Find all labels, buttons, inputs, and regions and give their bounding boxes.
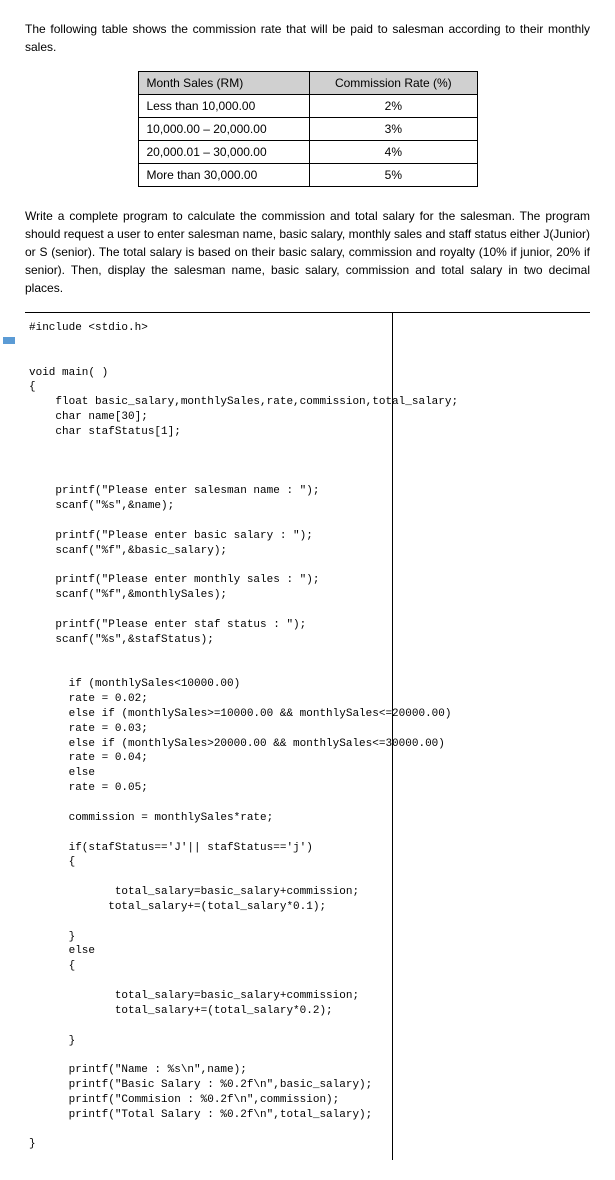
- code-container: #include <stdio.h> void main( ) { float …: [25, 312, 590, 1160]
- commission-table: Month Sales (RM) Commission Rate (%) Les…: [138, 71, 478, 187]
- table-row: More than 30,000.00 5%: [138, 164, 477, 187]
- table-row: 10,000.00 – 20,000.00 3%: [138, 118, 477, 141]
- code-right-pane: [393, 313, 590, 1160]
- rate-cell: 4%: [310, 141, 477, 164]
- sales-cell: Less than 10,000.00: [138, 95, 310, 118]
- sales-cell: More than 30,000.00: [138, 164, 310, 187]
- sales-cell: 20,000.01 – 30,000.00: [138, 141, 310, 164]
- table-header-rate: Commission Rate (%): [310, 72, 477, 95]
- rate-cell: 3%: [310, 118, 477, 141]
- table-row: Less than 10,000.00 2%: [138, 95, 477, 118]
- problem-text: Write a complete program to calculate th…: [25, 207, 590, 297]
- table-header-sales: Month Sales (RM): [138, 72, 310, 95]
- table-row: 20,000.01 – 30,000.00 4%: [138, 141, 477, 164]
- rate-cell: 5%: [310, 164, 477, 187]
- marker-icon: [3, 337, 15, 344]
- rate-cell: 2%: [310, 95, 477, 118]
- intro-text: The following table shows the commission…: [25, 20, 590, 56]
- code-block: #include <stdio.h> void main( ) { float …: [25, 313, 393, 1160]
- sales-cell: 10,000.00 – 20,000.00: [138, 118, 310, 141]
